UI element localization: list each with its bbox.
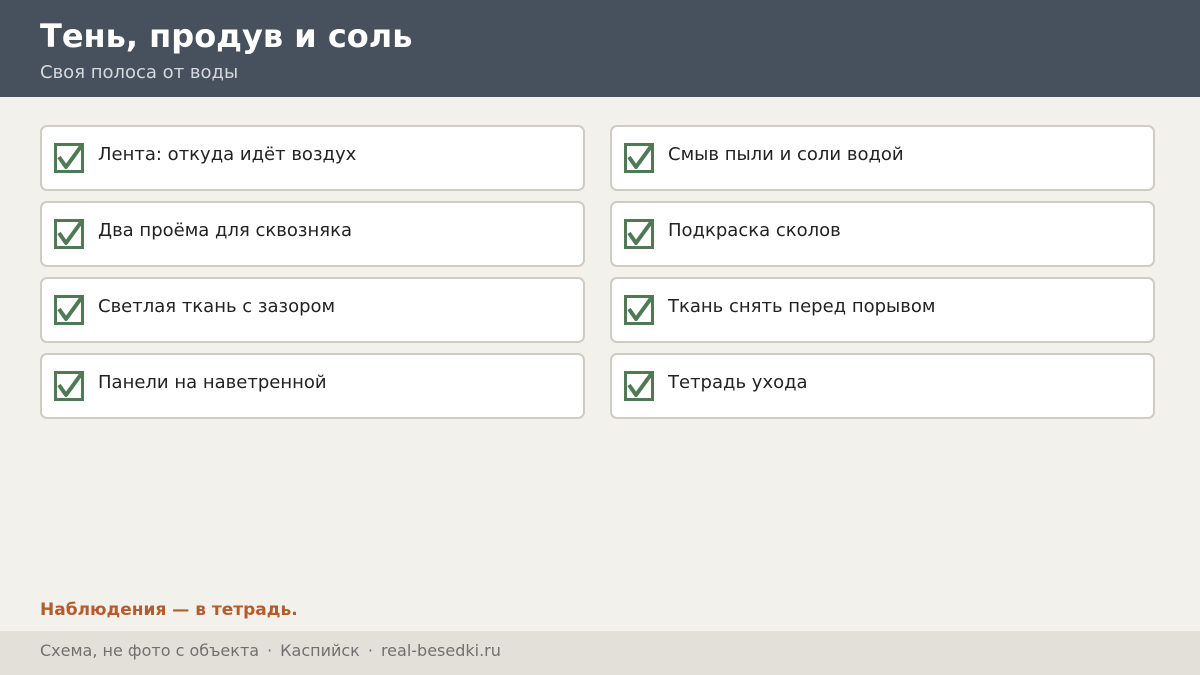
checklist-item-label: Лента: откуда идёт воздух bbox=[98, 144, 357, 165]
checked-checkbox-icon[interactable] bbox=[624, 219, 654, 249]
checked-checkbox-icon[interactable] bbox=[54, 371, 84, 401]
footer-separator: · bbox=[367, 641, 373, 660]
checklist-item-label: Смыв пыли и соли водой bbox=[668, 144, 904, 165]
footer-site-link[interactable]: real-besedki.ru bbox=[381, 641, 501, 660]
checked-checkbox-icon[interactable] bbox=[624, 143, 654, 173]
checklist-item-label: Светлая ткань с зазором bbox=[98, 296, 336, 317]
checklist-item-label: Тетрадь ухода bbox=[668, 372, 808, 393]
page-title: Тень, продув и соль bbox=[40, 17, 413, 55]
checklist-item[interactable]: Подкраска сколов bbox=[610, 201, 1155, 267]
checked-checkbox-icon[interactable] bbox=[54, 143, 84, 173]
header-bar: Тень, продув и соль Своя полоса от воды bbox=[0, 0, 1200, 97]
checked-checkbox-icon[interactable] bbox=[624, 295, 654, 325]
footer-bar: Схема, не фото с объекта · Каспийск · real-b… bbox=[0, 631, 1200, 675]
page-subtitle: Своя полоса от воды bbox=[40, 62, 239, 83]
checklist-item-label: Два проёма для сквозняка bbox=[98, 220, 352, 241]
checklist-item[interactable]: Светлая ткань с зазором bbox=[40, 277, 585, 343]
checklist-item[interactable]: Два проёма для сквозняка bbox=[40, 201, 585, 267]
footer-separator: · bbox=[267, 641, 273, 660]
checklist-item-label: Панели на наветренной bbox=[98, 372, 327, 393]
checked-checkbox-icon[interactable] bbox=[624, 371, 654, 401]
checklist-item[interactable]: Смыв пыли и соли водой bbox=[610, 125, 1155, 191]
checked-checkbox-icon[interactable] bbox=[54, 219, 84, 249]
checklist-item-label: Подкраска сколов bbox=[668, 220, 841, 241]
checklist-item-label: Ткань снять перед порывом bbox=[668, 296, 936, 317]
checklist-item[interactable]: Панели на наветренной bbox=[40, 353, 585, 419]
observation-note: Наблюдения — в тетрадь. bbox=[40, 600, 298, 620]
checklist-item[interactable]: Ткань снять перед порывом bbox=[610, 277, 1155, 343]
footer-city: Каспийск bbox=[280, 641, 360, 660]
checklist-item[interactable]: Лента: откуда идёт воздух bbox=[40, 125, 585, 191]
checked-checkbox-icon[interactable] bbox=[54, 295, 84, 325]
checklist-item[interactable]: Тетрадь ухода bbox=[610, 353, 1155, 419]
footer-disclaimer: Схема, не фото с объекта bbox=[40, 641, 260, 660]
